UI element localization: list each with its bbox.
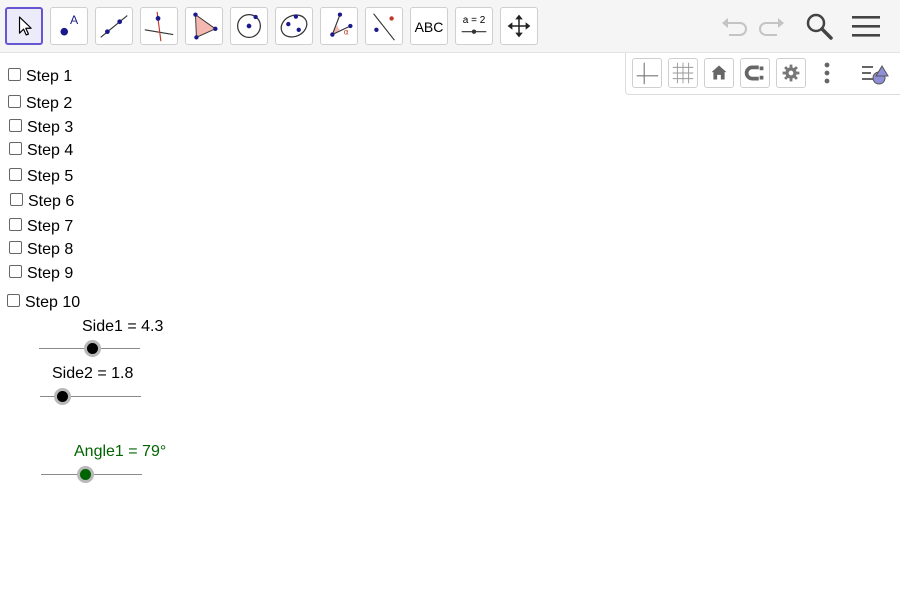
text-tool[interactable]: ABC <box>410 7 448 45</box>
step-5-checkbox[interactable]: Step 5 <box>9 167 73 187</box>
checkbox-box[interactable] <box>9 265 22 279</box>
circle-center-point-tool[interactable] <box>230 7 268 45</box>
checkbox-box[interactable] <box>9 218 22 232</box>
toggle-axes-button[interactable] <box>632 58 662 88</box>
step-label: Step 5 <box>27 168 74 185</box>
line-icon <box>100 15 128 38</box>
toolbar: A α ABC a = 2 <box>0 0 900 53</box>
side1-slider-label: Side1 = 4.3 <box>82 318 164 335</box>
line-tool[interactable] <box>95 7 133 45</box>
axes-icon <box>636 62 659 85</box>
undo-icon <box>722 18 747 36</box>
text-tool-label: ABC <box>414 19 444 35</box>
checkbox-box[interactable] <box>8 68 21 82</box>
checkbox-box[interactable] <box>9 119 22 133</box>
checkbox-box[interactable] <box>9 168 22 182</box>
polygon-icon <box>193 12 218 40</box>
step-8-checkbox[interactable]: Step 8 <box>9 240 73 260</box>
move-arrows-icon <box>507 14 531 38</box>
point-capture-icon <box>744 65 764 81</box>
angle-tool[interactable]: α <box>320 7 358 45</box>
main-menu-button[interactable] <box>848 8 884 44</box>
step-label: Step 6 <box>28 193 75 210</box>
perpendicular-line-icon <box>144 11 174 42</box>
side2-slider-label: Side2 = 1.8 <box>52 365 134 382</box>
point-tool[interactable]: A <box>50 7 88 45</box>
gear-icon <box>782 64 800 82</box>
ellipse-icon <box>280 14 308 38</box>
search-button[interactable] <box>801 8 837 44</box>
step-6-checkbox[interactable]: Step 6 <box>10 192 74 212</box>
step-1-checkbox[interactable]: Step 1 <box>8 67 72 87</box>
standard-view-button[interactable] <box>704 58 734 88</box>
step-10-checkbox[interactable]: Step 10 <box>7 293 80 313</box>
step-4-checkbox[interactable]: Step 4 <box>9 141 73 161</box>
circle-icon <box>237 14 261 38</box>
move-tool[interactable] <box>5 7 43 45</box>
step-label: Step 8 <box>27 241 74 258</box>
angle1-slider-knob[interactable] <box>76 465 94 483</box>
checkbox-box[interactable] <box>9 142 22 156</box>
side1-slider-knob[interactable] <box>84 339 102 357</box>
angle1-slider-label: Angle1 = 79° <box>74 443 167 460</box>
step-label: Step 10 <box>25 294 81 311</box>
home-icon <box>711 65 727 80</box>
undo-button[interactable] <box>716 8 752 44</box>
step-3-checkbox[interactable]: Step 3 <box>9 118 73 138</box>
slider-tool[interactable]: a = 2 <box>455 7 493 45</box>
graphics-settings-button[interactable] <box>776 58 806 88</box>
redo-icon <box>759 18 784 36</box>
side2-slider-knob[interactable] <box>53 387 71 405</box>
ellipse-tool[interactable] <box>275 7 313 45</box>
cursor-arrow-icon <box>18 16 32 36</box>
step-9-checkbox[interactable]: Step 9 <box>9 264 73 284</box>
step-2-checkbox[interactable]: Step 2 <box>8 94 72 114</box>
reflect-icon <box>373 13 395 41</box>
redo-button[interactable] <box>754 8 790 44</box>
point-icon: A <box>60 13 79 36</box>
step-label: Step 3 <box>27 119 74 136</box>
step-label: Step 9 <box>27 265 74 282</box>
menu-icon <box>852 16 880 37</box>
point-capturing-button[interactable] <box>740 58 770 88</box>
more-options-button[interactable] <box>812 58 842 88</box>
polygon-tool[interactable] <box>185 7 223 45</box>
angle-tool-label: α <box>344 28 349 37</box>
perpendicular-line-tool[interactable] <box>140 7 178 45</box>
step-7-checkbox[interactable]: Step 7 <box>9 217 73 237</box>
toggle-style-bar-button[interactable] <box>860 58 890 88</box>
style-bar-icon <box>862 65 889 85</box>
angle-icon: α <box>330 12 353 37</box>
more-icon <box>824 62 830 84</box>
graphics-style-bar <box>625 53 900 95</box>
grid-icon <box>672 62 694 84</box>
checkbox-box[interactable] <box>10 193 23 207</box>
search-icon <box>806 13 833 40</box>
step-label: Step 7 <box>27 218 74 235</box>
checkbox-box[interactable] <box>8 95 21 109</box>
step-label: Step 4 <box>27 142 74 159</box>
slider-icon <box>461 29 487 34</box>
step-label: Step 1 <box>26 68 73 85</box>
reflect-tool[interactable] <box>365 7 403 45</box>
checkbox-box[interactable] <box>9 241 22 255</box>
point-tool-label: A <box>70 13 79 27</box>
step-label: Step 2 <box>26 95 73 112</box>
toggle-grid-button[interactable] <box>668 58 698 88</box>
move-graphics-tool[interactable] <box>500 7 538 45</box>
checkbox-box[interactable] <box>7 294 20 308</box>
